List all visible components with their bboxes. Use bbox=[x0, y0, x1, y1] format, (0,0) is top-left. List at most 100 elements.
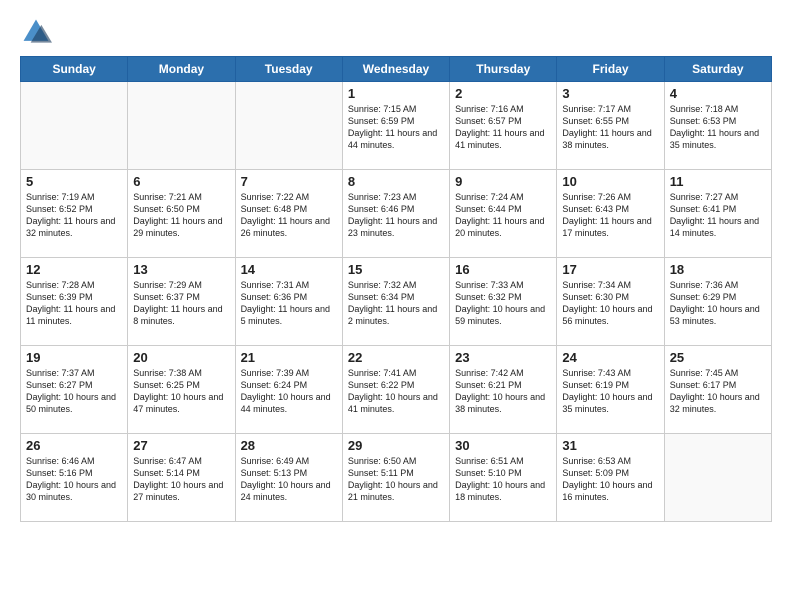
day-cell-13: 13 Sunrise: 7:29 AM Sunset: 6:37 PM Dayli… bbox=[128, 258, 235, 346]
day-cell-29: 29 Sunrise: 6:50 AM Sunset: 5:11 PM Dayli… bbox=[342, 434, 449, 522]
day-info: Sunrise: 7:42 AM Sunset: 6:21 PM Dayligh… bbox=[455, 367, 551, 416]
day-header-saturday: Saturday bbox=[664, 57, 771, 82]
day-number: 21 bbox=[241, 350, 337, 365]
day-info: Sunrise: 7:43 AM Sunset: 6:19 PM Dayligh… bbox=[562, 367, 658, 416]
day-cell-4: 4Sunrise: 7:18 AM Sunset: 6:53 PM Daylig… bbox=[664, 82, 771, 170]
day-info: Sunrise: 7:24 AM Sunset: 6:44 PM Dayligh… bbox=[455, 191, 551, 240]
day-number: 29 bbox=[348, 438, 444, 453]
day-info: Sunrise: 7:38 AM Sunset: 6:25 PM Dayligh… bbox=[133, 367, 229, 416]
header bbox=[20, 16, 772, 48]
day-number: 7 bbox=[241, 174, 337, 189]
day-cell-5: 5 Sunrise: 7:19 AM Sunset: 6:52 PM Daylig… bbox=[21, 170, 128, 258]
day-cell-3: 3 Sunrise: 7:17 AM Sunset: 6:55 PM Daylig… bbox=[557, 82, 664, 170]
day-info: Sunrise: 6:53 AM Sunset: 5:09 PM Dayligh… bbox=[562, 455, 658, 504]
day-number: 30 bbox=[455, 438, 551, 453]
day-number: 25 bbox=[670, 350, 766, 365]
day-info: Sunrise: 7:32 AM Sunset: 6:34 PM Dayligh… bbox=[348, 279, 444, 328]
day-number: 8 bbox=[348, 174, 444, 189]
day-cell-24: 24 Sunrise: 7:43 AM Sunset: 6:19 PM Dayli… bbox=[557, 346, 664, 434]
day-header-monday: Monday bbox=[128, 57, 235, 82]
day-info: Sunrise: 7:22 AM Sunset: 6:48 PM Dayligh… bbox=[241, 191, 337, 240]
week-row-5: 26 Sunrise: 6:46 AM Sunset: 5:16 PM Dayli… bbox=[21, 434, 772, 522]
day-header-thursday: Thursday bbox=[450, 57, 557, 82]
day-number: 27 bbox=[133, 438, 229, 453]
day-header-tuesday: Tuesday bbox=[235, 57, 342, 82]
day-cell-empty bbox=[664, 434, 771, 522]
day-cell-23: 23 Sunrise: 7:42 AM Sunset: 6:21 PM Dayli… bbox=[450, 346, 557, 434]
day-number: 28 bbox=[241, 438, 337, 453]
day-number: 17 bbox=[562, 262, 658, 277]
day-info: Sunrise: 6:46 AM Sunset: 5:16 PM Dayligh… bbox=[26, 455, 122, 504]
day-number: 14 bbox=[241, 262, 337, 277]
day-cell-9: 9 Sunrise: 7:24 AM Sunset: 6:44 PM Daylig… bbox=[450, 170, 557, 258]
day-header-friday: Friday bbox=[557, 57, 664, 82]
day-number: 2 bbox=[455, 86, 551, 101]
day-number: 13 bbox=[133, 262, 229, 277]
page: SundayMondayTuesdayWednesdayThursdayFrid… bbox=[0, 0, 792, 612]
day-info: Sunrise: 6:51 AM Sunset: 5:10 PM Dayligh… bbox=[455, 455, 551, 504]
day-info: Sunrise: 7:41 AM Sunset: 6:22 PM Dayligh… bbox=[348, 367, 444, 416]
day-number: 10 bbox=[562, 174, 658, 189]
day-cell-6: 6Sunrise: 7:21 AM Sunset: 6:50 PM Daylig… bbox=[128, 170, 235, 258]
day-number: 9 bbox=[455, 174, 551, 189]
day-cell-30: 30 Sunrise: 6:51 AM Sunset: 5:10 PM Dayli… bbox=[450, 434, 557, 522]
day-number: 16 bbox=[455, 262, 551, 277]
day-info: Sunrise: 7:33 AM Sunset: 6:32 PM Dayligh… bbox=[455, 279, 551, 328]
day-number: 1 bbox=[348, 86, 444, 101]
day-info: Sunrise: 7:34 AM Sunset: 6:30 PM Dayligh… bbox=[562, 279, 658, 328]
day-cell-20: 20Sunrise: 7:38 AM Sunset: 6:25 PM Dayli… bbox=[128, 346, 235, 434]
day-cell-18: 18Sunrise: 7:36 AM Sunset: 6:29 PM Dayli… bbox=[664, 258, 771, 346]
day-cell-1: 1 Sunrise: 7:15 AM Sunset: 6:59 PM Daylig… bbox=[342, 82, 449, 170]
day-cell-12: 12Sunrise: 7:28 AM Sunset: 6:39 PM Dayli… bbox=[21, 258, 128, 346]
day-info: Sunrise: 7:17 AM Sunset: 6:55 PM Dayligh… bbox=[562, 103, 658, 152]
day-info: Sunrise: 7:18 AM Sunset: 6:53 PM Dayligh… bbox=[670, 103, 766, 152]
day-number: 6 bbox=[133, 174, 229, 189]
day-cell-empty bbox=[21, 82, 128, 170]
day-cell-31: 31Sunrise: 6:53 AM Sunset: 5:09 PM Dayli… bbox=[557, 434, 664, 522]
day-info: Sunrise: 7:37 AM Sunset: 6:27 PM Dayligh… bbox=[26, 367, 122, 416]
day-info: Sunrise: 7:19 AM Sunset: 6:52 PM Dayligh… bbox=[26, 191, 122, 240]
day-cell-8: 8 Sunrise: 7:23 AM Sunset: 6:46 PM Daylig… bbox=[342, 170, 449, 258]
day-info: Sunrise: 7:45 AM Sunset: 6:17 PM Dayligh… bbox=[670, 367, 766, 416]
day-cell-19: 19 Sunrise: 7:37 AM Sunset: 6:27 PM Dayli… bbox=[21, 346, 128, 434]
day-number: 11 bbox=[670, 174, 766, 189]
day-number: 3 bbox=[562, 86, 658, 101]
header-row: SundayMondayTuesdayWednesdayThursdayFrid… bbox=[21, 57, 772, 82]
day-cell-7: 7 Sunrise: 7:22 AM Sunset: 6:48 PM Daylig… bbox=[235, 170, 342, 258]
day-info: Sunrise: 6:50 AM Sunset: 5:11 PM Dayligh… bbox=[348, 455, 444, 504]
day-number: 24 bbox=[562, 350, 658, 365]
logo-icon bbox=[20, 16, 52, 48]
day-cell-27: 27Sunrise: 6:47 AM Sunset: 5:14 PM Dayli… bbox=[128, 434, 235, 522]
day-cell-21: 21 Sunrise: 7:39 AM Sunset: 6:24 PM Dayli… bbox=[235, 346, 342, 434]
calendar-table: SundayMondayTuesdayWednesdayThursdayFrid… bbox=[20, 56, 772, 522]
day-number: 23 bbox=[455, 350, 551, 365]
day-header-wednesday: Wednesday bbox=[342, 57, 449, 82]
day-cell-empty bbox=[128, 82, 235, 170]
week-row-3: 12Sunrise: 7:28 AM Sunset: 6:39 PM Dayli… bbox=[21, 258, 772, 346]
day-number: 19 bbox=[26, 350, 122, 365]
day-cell-26: 26 Sunrise: 6:46 AM Sunset: 5:16 PM Dayli… bbox=[21, 434, 128, 522]
day-number: 26 bbox=[26, 438, 122, 453]
day-number: 22 bbox=[348, 350, 444, 365]
day-cell-28: 28 Sunrise: 6:49 AM Sunset: 5:13 PM Dayli… bbox=[235, 434, 342, 522]
day-cell-16: 16 Sunrise: 7:33 AM Sunset: 6:32 PM Dayli… bbox=[450, 258, 557, 346]
day-info: Sunrise: 7:26 AM Sunset: 6:43 PM Dayligh… bbox=[562, 191, 658, 240]
day-info: Sunrise: 7:36 AM Sunset: 6:29 PM Dayligh… bbox=[670, 279, 766, 328]
day-info: Sunrise: 7:28 AM Sunset: 6:39 PM Dayligh… bbox=[26, 279, 122, 328]
day-info: Sunrise: 7:31 AM Sunset: 6:36 PM Dayligh… bbox=[241, 279, 337, 328]
day-info: Sunrise: 7:15 AM Sunset: 6:59 PM Dayligh… bbox=[348, 103, 444, 152]
day-info: Sunrise: 6:49 AM Sunset: 5:13 PM Dayligh… bbox=[241, 455, 337, 504]
day-info: Sunrise: 7:29 AM Sunset: 6:37 PM Dayligh… bbox=[133, 279, 229, 328]
week-row-4: 19 Sunrise: 7:37 AM Sunset: 6:27 PM Dayli… bbox=[21, 346, 772, 434]
day-cell-2: 2 Sunrise: 7:16 AM Sunset: 6:57 PM Daylig… bbox=[450, 82, 557, 170]
week-row-1: 1 Sunrise: 7:15 AM Sunset: 6:59 PM Daylig… bbox=[21, 82, 772, 170]
day-info: Sunrise: 7:16 AM Sunset: 6:57 PM Dayligh… bbox=[455, 103, 551, 152]
week-row-2: 5 Sunrise: 7:19 AM Sunset: 6:52 PM Daylig… bbox=[21, 170, 772, 258]
day-info: Sunrise: 7:39 AM Sunset: 6:24 PM Dayligh… bbox=[241, 367, 337, 416]
day-info: Sunrise: 7:27 AM Sunset: 6:41 PM Dayligh… bbox=[670, 191, 766, 240]
day-cell-11: 11 Sunrise: 7:27 AM Sunset: 6:41 PM Dayli… bbox=[664, 170, 771, 258]
day-cell-empty bbox=[235, 82, 342, 170]
day-info: Sunrise: 7:23 AM Sunset: 6:46 PM Dayligh… bbox=[348, 191, 444, 240]
day-number: 5 bbox=[26, 174, 122, 189]
day-cell-14: 14 Sunrise: 7:31 AM Sunset: 6:36 PM Dayli… bbox=[235, 258, 342, 346]
